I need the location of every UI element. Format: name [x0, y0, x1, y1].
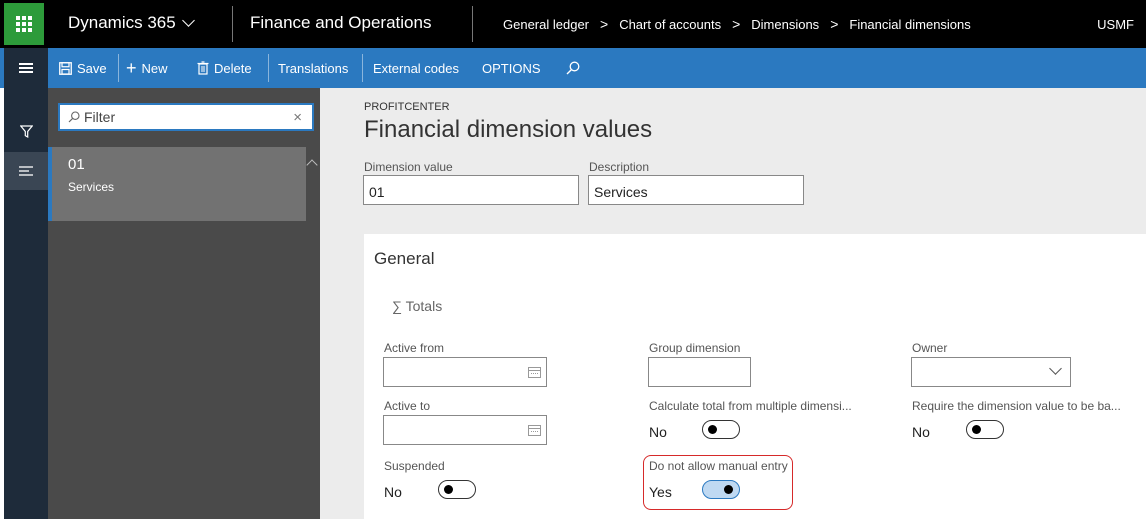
save-button[interactable]: Save: [59, 48, 107, 88]
calc-total-value: No: [649, 424, 667, 440]
breadcrumb-item[interactable]: Dimensions: [751, 17, 819, 32]
app-name: Finance and Operations: [250, 13, 432, 32]
chevron-down-icon: [181, 13, 195, 27]
page-caption: PROFITCENTER: [364, 101, 450, 113]
require-balanced-label: Require the dimension value to be ba...: [912, 399, 1121, 413]
list-item[interactable]: 01 Services: [48, 147, 306, 221]
action-bar: Save + New Delete Translations External …: [0, 48, 1146, 88]
page-title: Financial dimension values: [364, 116, 653, 143]
group-dimension-label: Group dimension: [649, 341, 741, 355]
chevron-right-icon: >: [732, 16, 741, 32]
search-icon: [566, 61, 580, 75]
new-button[interactable]: + New: [126, 48, 168, 88]
group-dimension-field[interactable]: [648, 357, 751, 387]
dimension-value-field[interactable]: 01: [363, 175, 579, 205]
translations-button[interactable]: Translations: [278, 48, 348, 88]
list-item-description: Services: [68, 180, 115, 194]
calendar-icon[interactable]: [528, 425, 541, 436]
list-pane: Filter × 01 Services: [48, 88, 320, 519]
description-field[interactable]: Services: [588, 175, 804, 205]
sigma-icon: ∑: [392, 298, 402, 314]
toggle-knob: [444, 485, 453, 494]
divider: [472, 6, 473, 42]
breadcrumb-item[interactable]: General ledger: [503, 17, 589, 32]
breadcrumb-item[interactable]: Chart of accounts: [619, 17, 721, 32]
chevron-down-icon: [1049, 362, 1062, 375]
active-to-label: Active to: [384, 399, 431, 413]
fasttab-title[interactable]: General: [374, 249, 434, 269]
active-to-field[interactable]: [383, 415, 547, 445]
chevron-right-icon: >: [600, 16, 609, 32]
calendar-icon[interactable]: [528, 367, 541, 378]
list-pane-button[interactable]: [4, 152, 48, 190]
list-item-id: 01: [68, 156, 85, 173]
dimension-value-label: Dimension value: [364, 160, 453, 174]
calc-total-label: Calculate total from multiple dimensi...: [649, 399, 852, 413]
suspended-label: Suspended: [384, 459, 445, 473]
scroll-up-icon[interactable]: [306, 159, 318, 171]
funnel-icon: [19, 124, 33, 138]
require-balanced-value: No: [912, 424, 930, 440]
divider: [268, 54, 269, 82]
chevron-right-icon: >: [830, 16, 839, 32]
divider: [232, 6, 233, 42]
options-tab[interactable]: OPTIONS: [482, 48, 541, 88]
delete-button[interactable]: Delete: [197, 48, 252, 88]
filter-pane-button[interactable]: [4, 112, 48, 150]
highlight-annotation: [643, 455, 793, 510]
search-icon: [68, 111, 80, 123]
toggle-knob: [708, 425, 717, 434]
calc-total-toggle[interactable]: [702, 420, 740, 439]
product-switcher[interactable]: Dynamics 365: [68, 13, 195, 33]
navigation-menu-button[interactable]: [4, 48, 48, 88]
require-balanced-toggle[interactable]: [966, 420, 1004, 439]
suspended-toggle[interactable]: [438, 480, 476, 499]
description-label: Description: [589, 160, 650, 174]
owner-label: Owner: [912, 341, 948, 355]
trash-icon: [197, 61, 209, 75]
plus-icon: +: [126, 58, 137, 78]
filter-placeholder: Filter: [84, 109, 116, 125]
active-from-label: Active from: [384, 341, 445, 355]
clear-filter-icon[interactable]: ×: [293, 109, 302, 126]
suspended-value: No: [384, 484, 402, 500]
totals-link[interactable]: ∑ Totals: [392, 298, 442, 314]
save-icon: [59, 61, 72, 75]
filter-input[interactable]: Filter ×: [58, 103, 314, 131]
toggle-knob: [972, 425, 981, 434]
list-icon: [19, 166, 33, 176]
owner-dropdown[interactable]: [911, 357, 1071, 387]
app-launcher-icon[interactable]: [4, 3, 44, 45]
breadcrumb: General ledger > Chart of accounts > Dim…: [503, 16, 971, 32]
active-from-field[interactable]: [383, 357, 547, 387]
top-bar: Dynamics 365 Finance and Operations Gene…: [0, 0, 1146, 48]
divider: [362, 54, 363, 82]
search-button[interactable]: [566, 48, 580, 88]
breadcrumb-item[interactable]: Financial dimensions: [849, 17, 970, 32]
hamburger-icon: [19, 63, 33, 73]
product-name: Dynamics 365: [68, 13, 176, 32]
divider: [118, 54, 119, 82]
left-rail: [4, 88, 48, 519]
external-codes-button[interactable]: External codes: [373, 48, 459, 88]
company-picker[interactable]: USMF: [1097, 17, 1134, 32]
